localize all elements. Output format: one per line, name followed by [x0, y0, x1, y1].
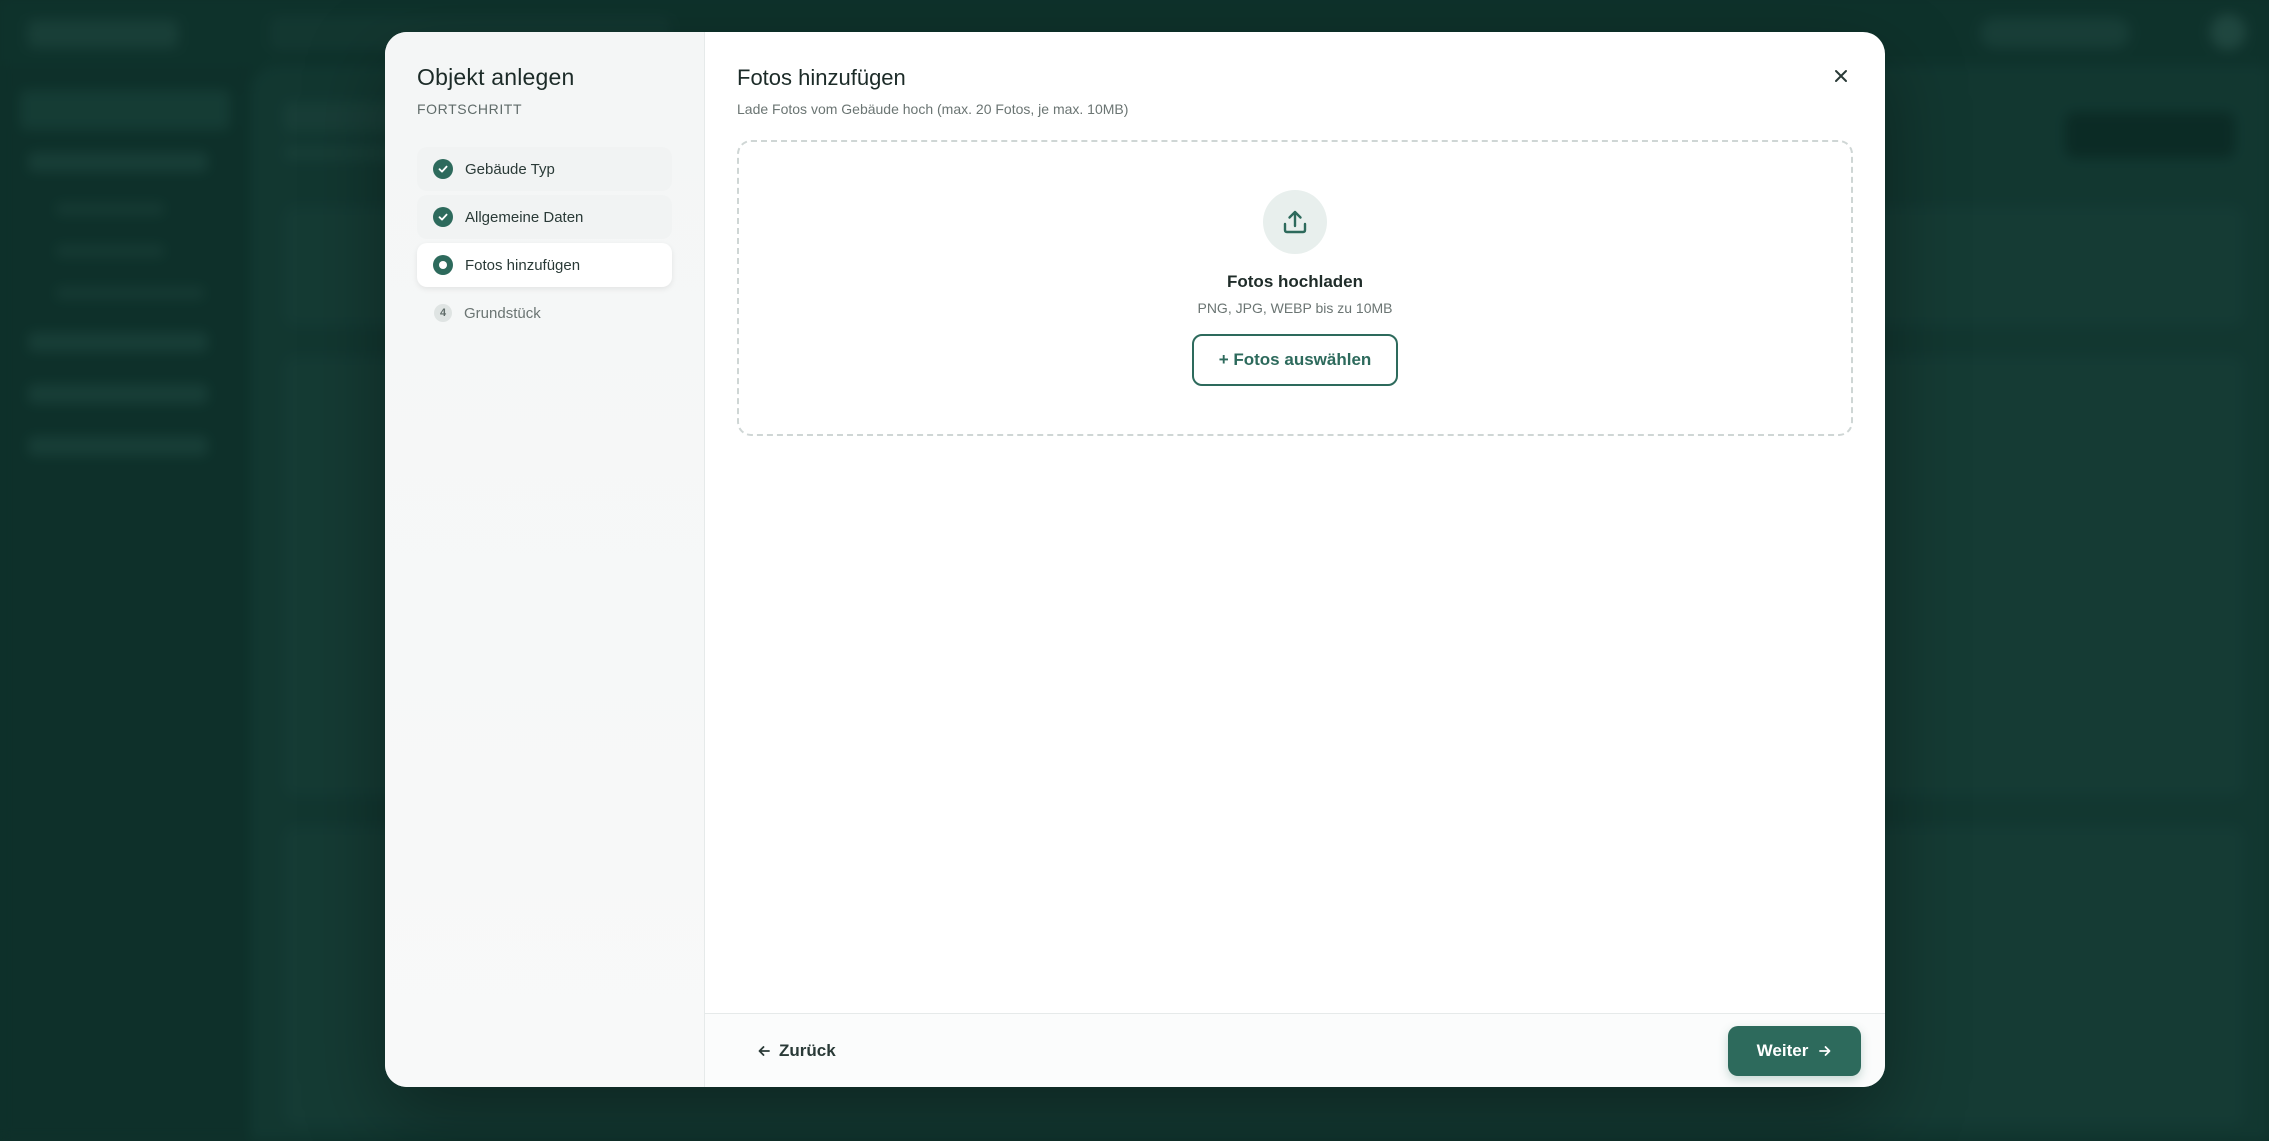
back-button[interactable]: Zurück — [757, 1041, 836, 1061]
step-list: Gebäude Typ Allgemeine Daten Fotos hinzu… — [417, 147, 672, 335]
arrow-left-icon — [758, 1045, 770, 1056]
step-gebaeude-typ[interactable]: Gebäude Typ — [417, 147, 672, 191]
step-allgemeine-daten[interactable]: Allgemeine Daten — [417, 195, 672, 239]
close-icon — [1835, 70, 1847, 82]
select-photos-button[interactable]: + Fotos auswählen — [1192, 334, 1398, 386]
content-title: Fotos hinzufügen — [737, 65, 906, 90]
upload-title: Fotos hochladen — [1227, 272, 1363, 291]
progress-panel: Objekt anlegen FORTSCHRITT Gebäude Typ A… — [385, 32, 705, 1087]
back-button-label: Zurück — [779, 1040, 836, 1060]
photo-dropzone[interactable]: Fotos hochladen PNG, JPG, WEBP bis zu 10… — [737, 140, 1853, 436]
progress-label: FORTSCHRITT — [417, 101, 523, 117]
check-icon — [433, 159, 453, 179]
next-button[interactable]: Weiter — [1728, 1025, 1861, 1076]
create-object-modal: Objekt anlegen FORTSCHRITT Gebäude Typ A… — [385, 32, 1885, 1087]
check-icon — [433, 207, 453, 227]
upload-icon — [1263, 190, 1327, 254]
step-label: Gebäude Typ — [465, 160, 555, 178]
content-description: Lade Fotos vom Gebäude hoch (max. 20 Fot… — [737, 101, 1129, 117]
modal-title: Objekt anlegen — [417, 64, 575, 90]
next-button-label: Weiter — [1756, 1040, 1809, 1060]
arrow-right-icon — [1819, 1045, 1831, 1056]
step-label: Grundstück — [464, 304, 541, 322]
step-fotos-hinzufuegen[interactable]: Fotos hinzufügen — [417, 243, 672, 287]
step-grundstueck[interactable]: 4 Grundstück — [417, 291, 672, 335]
modal-footer: Zurück Weiter — [705, 1013, 1885, 1087]
step-label: Fotos hinzufügen — [465, 256, 581, 274]
step-content: Fotos hinzufügen Lade Fotos vom Gebäude … — [705, 32, 1885, 436]
step-number: 4 — [439, 307, 447, 319]
step-number-badge: 4 — [434, 304, 452, 322]
step-label: Allgemeine Daten — [465, 208, 584, 226]
step-content-panel: Fotos hinzufügen Lade Fotos vom Gebäude … — [705, 32, 1885, 1087]
upload-hint: PNG, JPG, WEBP bis zu 10MB — [1197, 300, 1393, 316]
close-button[interactable] — [1827, 62, 1855, 90]
current-step-dot-icon — [433, 255, 453, 275]
